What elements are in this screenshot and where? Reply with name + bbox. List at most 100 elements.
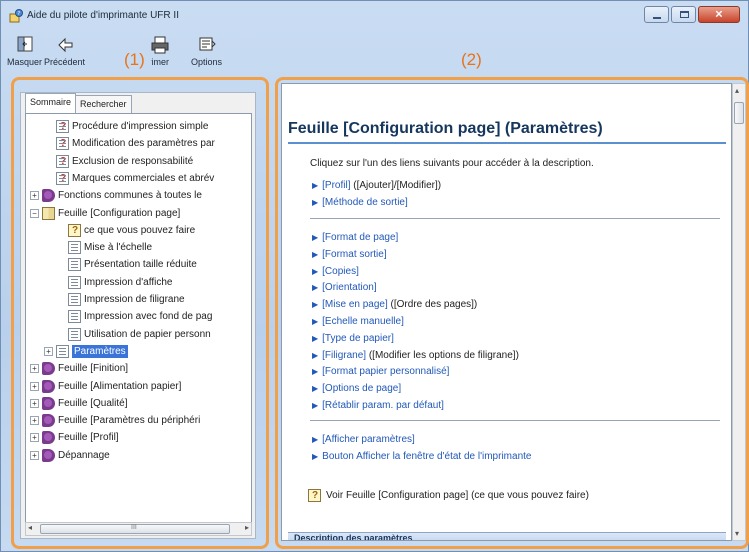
expand-icon[interactable]: +	[44, 346, 53, 356]
content-link[interactable]: ▶ [Orientation]	[312, 282, 377, 293]
tree-item-label: Présentation taille réduite	[84, 259, 197, 271]
tree-item[interactable]: Mise à l'échelle	[68, 239, 152, 256]
link-text[interactable]: [Echelle manuelle]	[322, 316, 404, 327]
tree-item[interactable]: Impression avec fond de pag	[68, 308, 212, 325]
tree-item[interactable]: + Dépannage	[30, 447, 110, 464]
tree-item[interactable]: Impression d'affiche	[68, 274, 172, 291]
content-link[interactable]: ▶ [Mise en page] ([Ordre des pages])	[312, 299, 477, 310]
print-button[interactable]: Imprimer	[149, 35, 171, 67]
tree-item[interactable]: ? Procédure d'impression simple	[56, 118, 208, 135]
close-button[interactable]: ✕	[698, 6, 740, 23]
link-text[interactable]: [Mise en page]	[322, 299, 388, 310]
tree-item[interactable]: Utilisation de papier personn	[68, 326, 211, 343]
link-text[interactable]: [Profil]	[322, 180, 350, 191]
content-link[interactable]: ▶ [Profil] ([Ajouter]/[Modifier])	[312, 180, 441, 191]
horizontal-scroll-thumb[interactable]: III	[40, 524, 230, 534]
link-text[interactable]: [Méthode de sortie]	[322, 197, 408, 208]
tree-item[interactable]: ? Marques commerciales et abrév	[56, 170, 214, 187]
content-link[interactable]: ▶ [Type de papier]	[312, 333, 394, 344]
content-link[interactable]: ▶ [Options de page]	[312, 383, 401, 394]
tree-item-label: Feuille [Profil]	[58, 432, 119, 444]
see-also-link[interactable]: Voir Feuille [Configuration page] (ce qu…	[308, 489, 589, 502]
tree-item[interactable]: ? Exclusion de responsabilité	[56, 153, 193, 170]
toolbar: Masquer Précédent Imprimer Options	[1, 31, 748, 79]
content-link[interactable]: ▶ [Méthode de sortie]	[312, 197, 408, 208]
tree-item[interactable]: Impression de filigrane	[68, 291, 185, 308]
scroll-up-icon[interactable]: ▴	[735, 86, 739, 95]
tab-sommaire[interactable]: Sommaire	[25, 93, 77, 113]
content-link[interactable]: ▶ [Copies]	[312, 266, 359, 277]
link-text[interactable]: [Rétablir param. par défaut]	[322, 400, 444, 411]
options-button[interactable]: Options	[191, 35, 222, 67]
tree-item[interactable]: + Feuille [Qualité]	[30, 395, 127, 412]
content-link[interactable]: ▶ [Format papier personnalisé]	[312, 366, 449, 377]
scroll-down-icon[interactable]: ▾	[735, 529, 739, 538]
intro-text: Cliquez sur l'un des liens suivants pour…	[310, 158, 594, 169]
content-link[interactable]: ▶ [Rétablir param. par défaut]	[312, 400, 444, 411]
link-extra-text[interactable]: ([Ajouter]/[Modifier])	[351, 180, 441, 191]
tree-item-label: Paramètres	[72, 344, 128, 358]
callout-right: (2)	[461, 50, 482, 69]
hide-button[interactable]: Masquer	[7, 35, 42, 67]
back-button[interactable]: Précédent	[44, 35, 85, 67]
content-link[interactable]: ▶ [Filigrane] ([Modifier les options de f…	[312, 350, 519, 361]
tree-item[interactable]: ce que vous pouvez faire	[68, 222, 195, 239]
tree-item[interactable]: Présentation taille réduite	[68, 256, 197, 273]
tree-item-label: Marques commerciales et abrév	[72, 172, 215, 184]
link-arrow-icon: ▶	[312, 197, 319, 207]
expand-icon[interactable]: +	[30, 416, 39, 426]
horizontal-scrollbar[interactable]: ◂ III ▸	[25, 522, 252, 536]
expand-icon[interactable]: +	[30, 381, 39, 391]
tree-item[interactable]: + Feuille [Finition]	[30, 360, 128, 377]
tree-item[interactable]: + Feuille [Profil]	[30, 429, 119, 446]
content-link[interactable]: ▶ [Afficher paramètres]	[312, 434, 415, 445]
expand-icon[interactable]: +	[30, 364, 39, 374]
link-text[interactable]: Bouton Afficher la fenêtre d'état de l'i…	[322, 451, 531, 462]
title-bar[interactable]: ? Aide du pilote d'imprimante UFR II ✕	[1, 1, 748, 31]
minimize-button[interactable]	[644, 6, 669, 23]
link-text[interactable]: [Filigrane]	[322, 350, 366, 361]
link-text[interactable]: [Format papier personnalisé]	[322, 366, 449, 377]
vertical-scrollbar[interactable]: ▴ ▾	[732, 83, 746, 541]
maximize-button[interactable]	[671, 6, 696, 23]
tree-item[interactable]: + Feuille [Alimentation papier]	[30, 378, 181, 395]
page-icon	[68, 310, 81, 324]
see-also-text: Voir Feuille [Configuration page] (ce qu…	[326, 490, 589, 501]
tree-item-label: Impression d'affiche	[84, 276, 173, 288]
link-text[interactable]: [Options de page]	[322, 383, 401, 394]
tree-item[interactable]: + Paramètres	[44, 343, 128, 360]
tree-item[interactable]: − Feuille [Configuration page]	[30, 205, 180, 222]
vertical-scroll-thumb[interactable]	[734, 102, 744, 124]
link-text[interactable]: [Orientation]	[322, 282, 376, 293]
content-link[interactable]: ▶ [Format de page]	[312, 232, 398, 243]
content-link[interactable]: ▶ [Echelle manuelle]	[312, 316, 404, 327]
link-arrow-icon: ▶	[312, 451, 319, 461]
tree-item[interactable]: + Feuille [Paramètres du périphéri	[30, 412, 200, 429]
expand-icon[interactable]: +	[30, 191, 39, 201]
link-text[interactable]: [Afficher paramètres]	[322, 434, 415, 445]
expand-icon[interactable]: +	[30, 450, 39, 460]
content-link[interactable]: ▶ Bouton Afficher la fenêtre d'état de l'…	[312, 451, 531, 462]
book-icon	[42, 448, 55, 462]
content-link[interactable]: ▶ [Format sortie]	[312, 249, 387, 260]
link-text[interactable]: [Format de page]	[322, 232, 398, 243]
link-arrow-icon: ▶	[312, 367, 319, 377]
collapse-icon[interactable]: −	[30, 208, 39, 218]
tree-item[interactable]: ? Modification des paramètres par	[56, 135, 215, 152]
link-arrow-icon: ▶	[312, 233, 319, 242]
navigation-pane: Sommaire Rechercher ? Procédure d'impress…	[20, 92, 256, 539]
scroll-left-icon[interactable]: ◂	[28, 523, 32, 532]
link-text[interactable]: [Format sortie]	[322, 249, 386, 260]
tree-item-label: Procédure d'impression simple	[72, 121, 209, 132]
link-extra-text[interactable]: ([Ordre des pages])	[388, 299, 478, 310]
scroll-right-icon[interactable]: ▸	[245, 523, 249, 532]
maximize-icon	[680, 11, 689, 18]
tree-item-label: Exclusion de responsabilité	[72, 155, 194, 167]
link-extra-text[interactable]: ([Modifier les options de filigrane])	[366, 350, 519, 361]
expand-icon[interactable]: +	[30, 398, 39, 408]
tree-item[interactable]: + Fonctions communes à toutes le	[30, 187, 202, 204]
link-text[interactable]: [Type de papier]	[322, 333, 394, 344]
tab-rechercher[interactable]: Rechercher	[75, 95, 132, 113]
link-text[interactable]: [Copies]	[322, 266, 359, 277]
expand-icon[interactable]: +	[30, 433, 39, 443]
